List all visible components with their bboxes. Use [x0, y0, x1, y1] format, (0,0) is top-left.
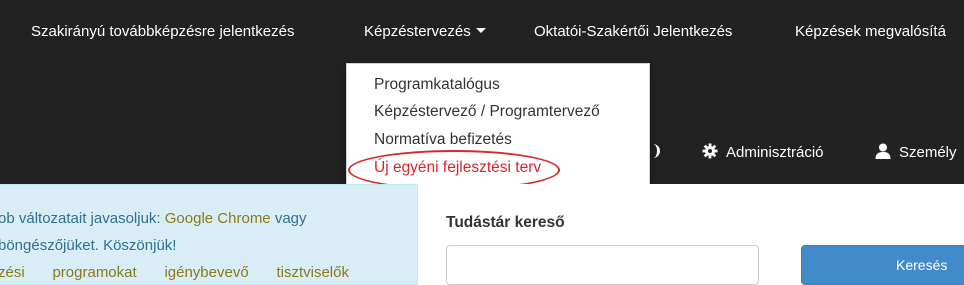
search-input[interactable]: [446, 245, 759, 285]
menu-item-kepzestervezo[interactable]: Képzéstervező / Programtervező: [374, 103, 600, 121]
notice-word: programokat: [52, 264, 137, 281]
notice-line-2: böngészőjüket. Köszönjük!: [0, 237, 177, 254]
kepzestervezes-dropdown-menu: Programkatalógus Képzéstervező / Program…: [346, 63, 650, 186]
nav-item-kepzesek[interactable]: Képzések megvalósítá: [795, 23, 946, 40]
nav-item-szemely[interactable]: Személy: [875, 143, 957, 161]
nav-item-szakiranyu[interactable]: Szakirányú továbbképzésre jelentkezés: [31, 23, 294, 40]
notice-line-3: zési programokat igénybevevő tisztviselő…: [0, 259, 349, 285]
notice-line-1: ob változatait javasoljuk: Google Chrome…: [0, 205, 417, 232]
menu-item-normativa-befizetes[interactable]: Normatíva befizetés: [374, 131, 512, 149]
nav-item-oktatoi[interactable]: Oktatói-Szakértői Jelentkezés: [534, 23, 732, 40]
browser-notice: ob változatait javasoljuk: Google Chrome…: [0, 184, 418, 285]
knowledge-search-panel: Tudástár kereső Keresés: [418, 184, 964, 285]
search-title: Tudástár kereső: [446, 214, 565, 231]
nav-item-kepzestervezes[interactable]: Képzéstervezés: [364, 23, 486, 40]
menu-item-programkatalogus[interactable]: Programkatalógus: [374, 76, 500, 94]
main-nav: Szakirányú továbbképzésre jelentkezés Ké…: [0, 0, 964, 64]
nav-item-kepzestervezes-label: Képzéstervezés: [364, 23, 471, 40]
user-icon: [875, 143, 891, 159]
notice-word: igénybevevő: [164, 264, 249, 281]
notice-word: tisztviselők: [276, 264, 349, 281]
caret-down-icon: [475, 28, 486, 33]
search-button[interactable]: Keresés: [801, 245, 964, 285]
nav-item-adminisztracio-label: Adminisztráció: [726, 144, 824, 161]
notice-word: zési: [0, 264, 25, 281]
nav-item-szemely-label: Személy: [899, 144, 957, 161]
notice-line-1-prefix: ob változatait javasoljuk:: [0, 210, 165, 227]
menu-item-uj-egyeni-fejlesztesi-terv[interactable]: Új egyéni fejlesztési terv: [374, 159, 541, 177]
nav-item-adminisztracio[interactable]: Adminisztráció: [702, 143, 824, 161]
gear-icon: [702, 143, 718, 159]
google-chrome-link[interactable]: Google Chrome: [165, 210, 271, 227]
notice-line-1-suffix: vagy: [270, 210, 307, 227]
